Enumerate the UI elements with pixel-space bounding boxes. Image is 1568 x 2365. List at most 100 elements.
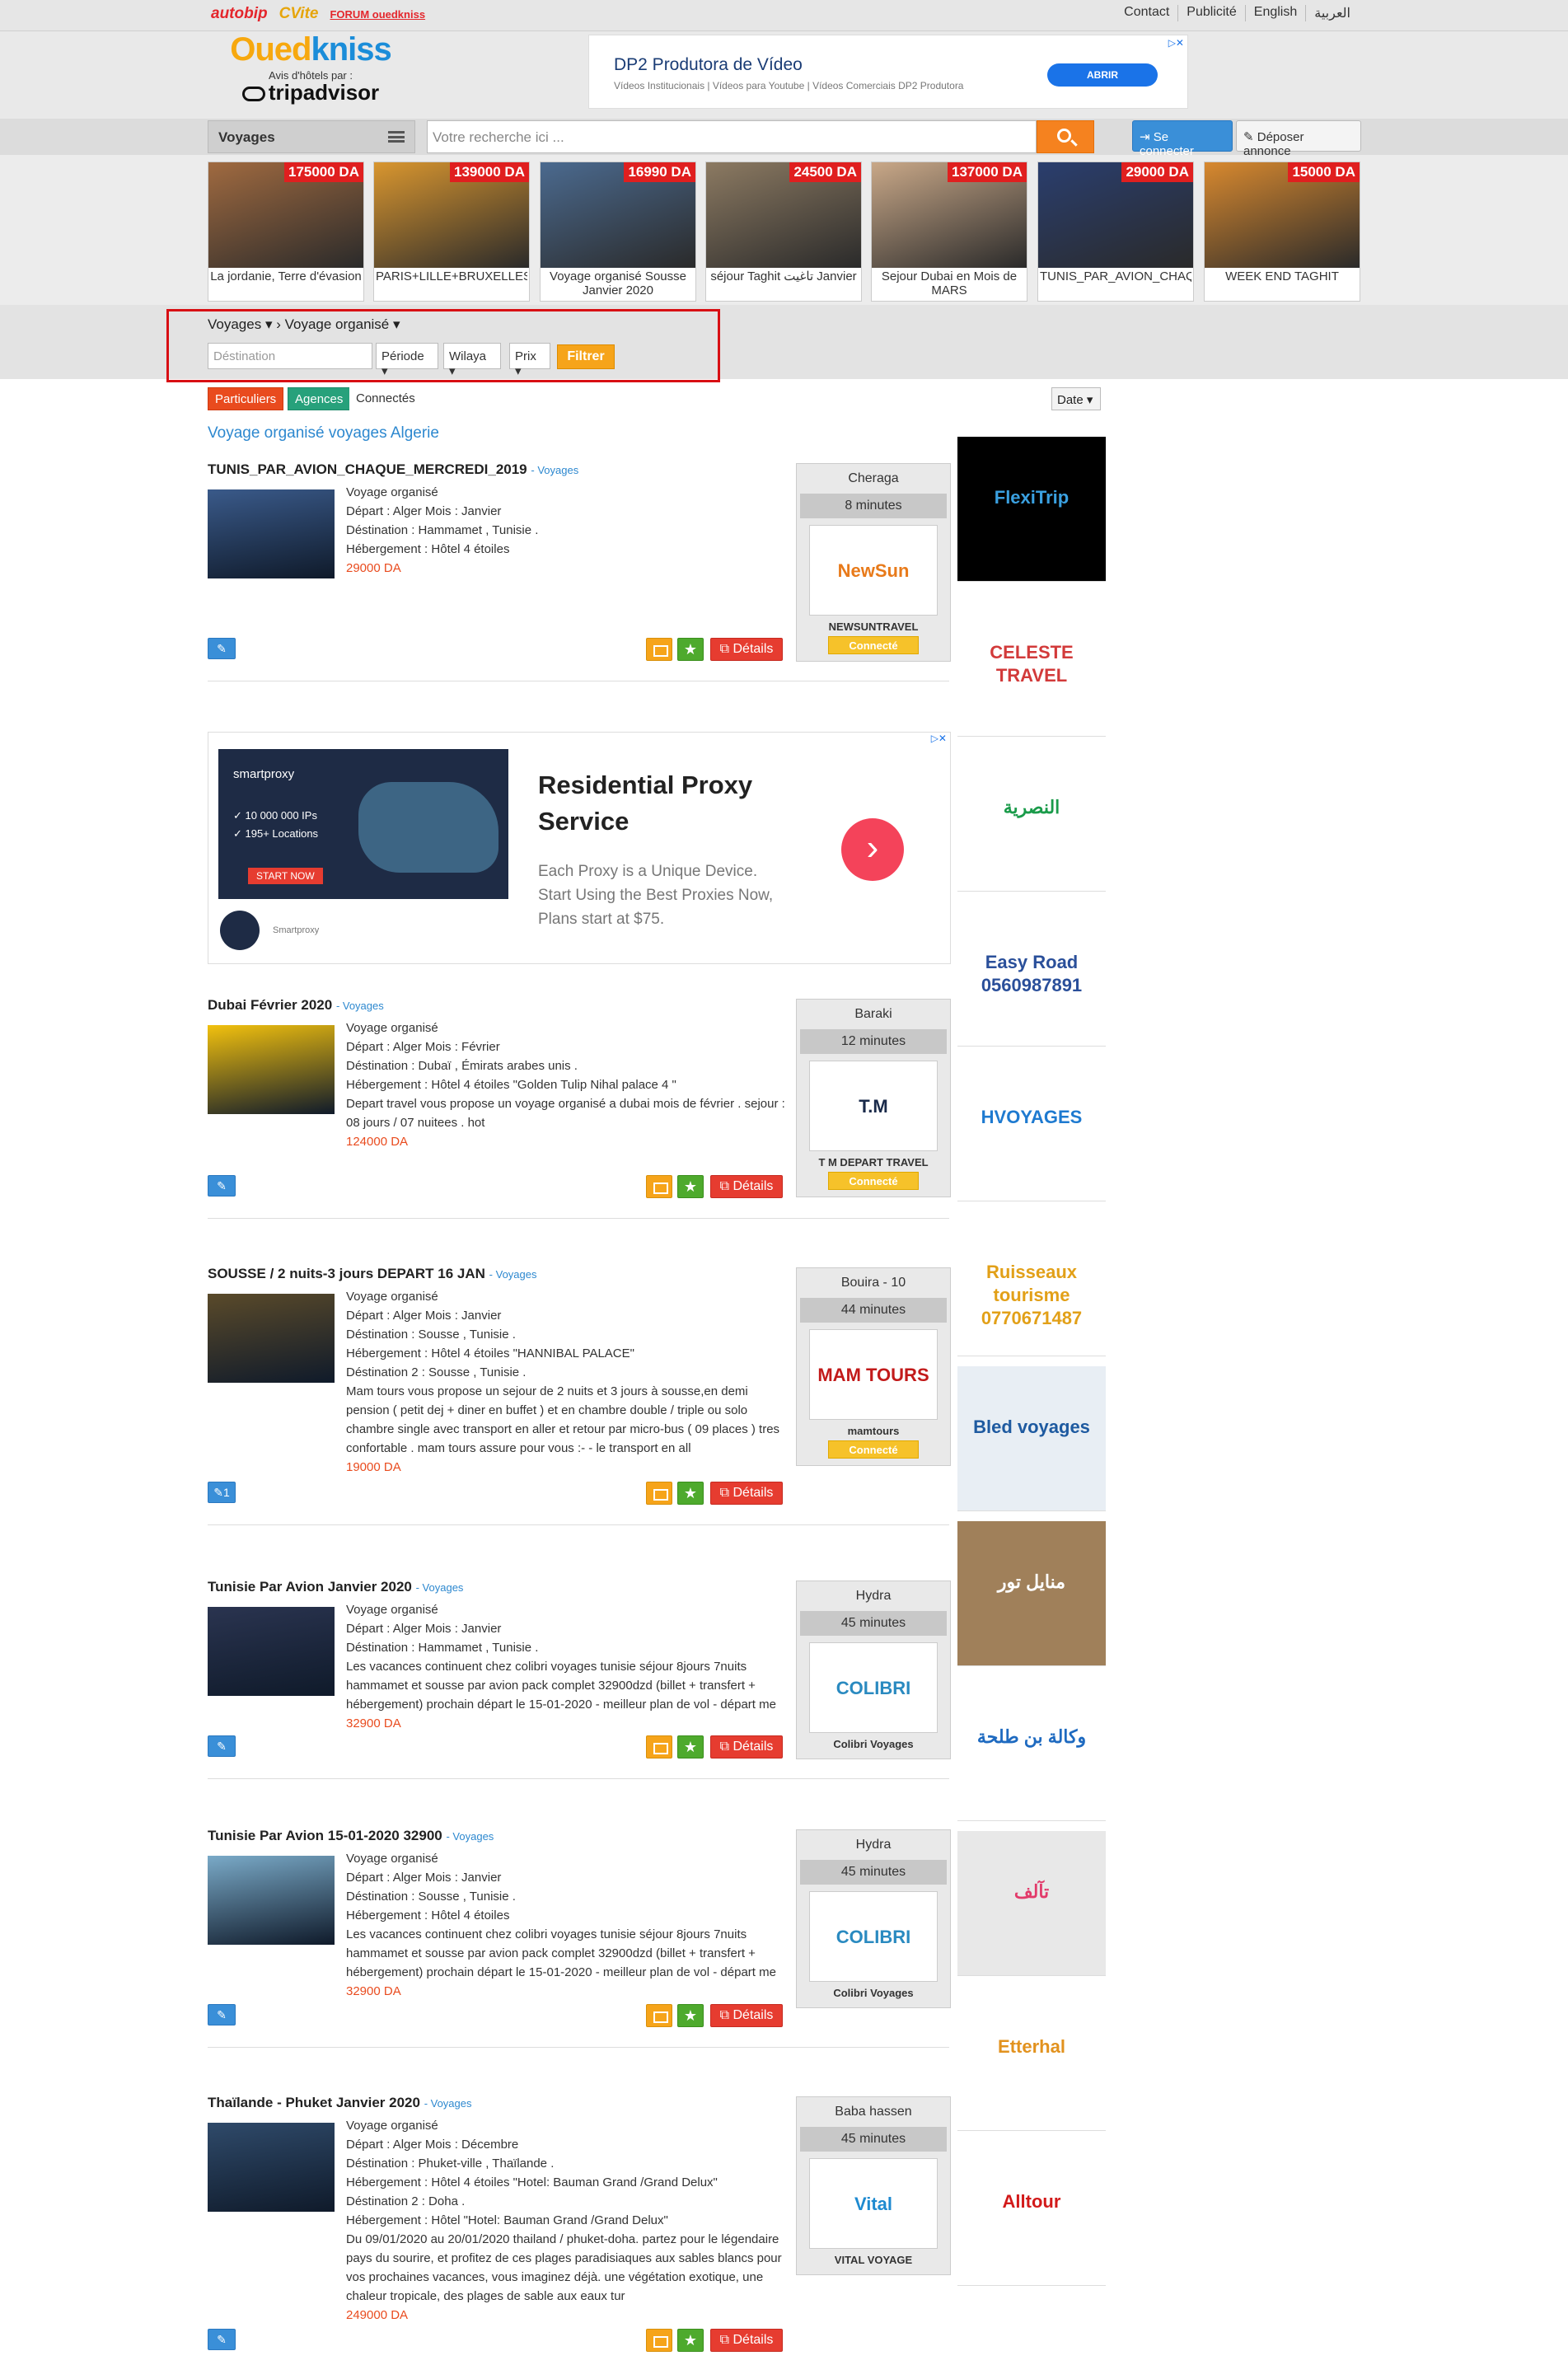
details-button[interactable]: ⧉ Détails [710, 1482, 783, 1505]
listing-title[interactable]: Tunisie Par Avion Janvier 2020 - Voyages [208, 1579, 463, 1595]
favorite-star-icon[interactable]: ★ [677, 2329, 704, 2352]
tab-particuliers[interactable]: Particuliers [208, 387, 284, 410]
destination-input[interactable]: Déstination [208, 343, 372, 369]
wilaya-select[interactable]: Wilaya ▾ [443, 343, 501, 378]
edit-listing-button[interactable]: ✎ [208, 2329, 236, 2350]
favorite-star-icon[interactable]: ★ [677, 1482, 704, 1505]
listing-title[interactable]: TUNIS_PAR_AVION_CHAQUE_MERCREDI_2019 - V… [208, 461, 578, 478]
agency-card[interactable]: Hydra 45 minutes COLIBRI Colibri Voyages [796, 1581, 951, 1759]
ad-start-button[interactable]: START NOW [248, 868, 323, 884]
listing-thumbnail[interactable] [208, 1025, 335, 1114]
details-button[interactable]: ⧉ Détails [710, 2329, 783, 2352]
details-button[interactable]: ⧉ Détails [710, 2004, 783, 2027]
listing-title[interactable]: Tunisie Par Avion 15-01-2020 32900 - Voy… [208, 1828, 494, 1844]
offer-card[interactable]: 29000 DA TUNIS_PAR_AVION_CHAQ [1037, 162, 1194, 302]
ad-open-button[interactable]: ABRIR [1047, 63, 1158, 87]
listing-category[interactable]: - Voyages [424, 2097, 472, 2110]
sidebar-agency-logo[interactable]: CELESTE TRAVEL [957, 592, 1106, 737]
listing-thumbnail[interactable] [208, 1607, 335, 1696]
offer-card[interactable]: 24500 DA séjour Taghit تاغيت Janvier [705, 162, 862, 302]
tab-connectes[interactable]: Connectés [349, 387, 422, 410]
listing-thumbnail[interactable] [208, 1856, 335, 1945]
edit-listing-button[interactable]: ✎ [208, 2004, 236, 2025]
agency-logo[interactable]: MAM TOURS [809, 1329, 938, 1420]
chevron-right-icon[interactable]: › [841, 818, 904, 881]
offer-card[interactable]: 16990 DA Voyage organisé Sousse Janvier 2… [540, 162, 696, 302]
edit-listing-button[interactable]: ✎ [208, 1735, 236, 1757]
edit-listing-button[interactable]: ✎ [208, 1175, 236, 1197]
category-menu-button[interactable]: Voyages [208, 120, 415, 153]
agency-name[interactable]: mamtours [797, 1425, 950, 1437]
agency-name[interactable]: Colibri Voyages [797, 1987, 950, 1999]
listing-title[interactable]: Thaïlande - Phuket Janvier 2020 - Voyage… [208, 2095, 472, 2111]
listing-category[interactable]: - Voyages [416, 1581, 464, 1594]
sidebar-agency-logo[interactable]: تآلف [957, 1831, 1106, 1976]
details-button[interactable]: ⧉ Détails [710, 1735, 783, 1759]
breadcrumb-voyage-organise[interactable]: Voyage organisé [285, 316, 390, 332]
agency-card[interactable]: Baraki 12 minutes T.M T M DEPART TRAVEL Conn… [796, 999, 951, 1197]
listing-category[interactable]: - Voyages [531, 464, 578, 476]
autobip-link[interactable]: autobip [211, 5, 268, 23]
publicite-link[interactable]: Publicité [1177, 5, 1244, 21]
agency-card[interactable]: Hydra 45 minutes COLIBRI Colibri Voyages [796, 1829, 951, 2008]
sidebar-agency-logo[interactable]: Alltour [957, 2141, 1106, 2286]
filter-button[interactable]: Filtrer [557, 344, 615, 369]
agency-name[interactable]: VITAL VOYAGE [797, 2254, 950, 2266]
details-button[interactable]: ⧉ Détails [710, 1175, 783, 1198]
arabic-link[interactable]: العربية [1305, 5, 1359, 21]
agency-logo[interactable]: NewSun [809, 525, 938, 616]
agency-name[interactable]: T M DEPART TRAVEL [797, 1156, 950, 1168]
ad-close-icon[interactable]: ▷✕ [1168, 37, 1184, 49]
post-ad-button[interactable]: ✎ Déposer annonce [1236, 120, 1361, 158]
sponsored-ad[interactable]: ▷✕ smartproxy ✓ 10 000 000 IPs ✓ 195+ Loc… [208, 732, 951, 964]
agency-logo[interactable]: T.M [809, 1061, 938, 1151]
favorite-star-icon[interactable]: ★ [677, 1735, 704, 1759]
listing-category[interactable]: - Voyages [446, 1830, 494, 1843]
agency-name[interactable]: Colibri Voyages [797, 1738, 950, 1750]
message-button[interactable] [646, 1175, 672, 1198]
search-input[interactable]: Votre recherche ici ... [427, 120, 1037, 153]
sidebar-agency-logo[interactable]: Easy Road 0560987891 [957, 902, 1106, 1047]
sidebar-agency-logo[interactable]: Bled voyages [957, 1366, 1106, 1511]
favorite-star-icon[interactable]: ★ [677, 638, 704, 661]
message-button[interactable] [646, 2329, 672, 2352]
offer-card[interactable]: 15000 DA WEEK END TAGHIT [1204, 162, 1360, 302]
message-button[interactable] [646, 1735, 672, 1759]
agency-card[interactable]: Bouira - 10 44 minutes MAM TOURS mamtours Co… [796, 1267, 951, 1466]
details-button[interactable]: ⧉ Détails [710, 638, 783, 661]
listing-thumbnail[interactable] [208, 2123, 335, 2212]
listing-title[interactable]: Dubai Février 2020 - Voyages [208, 997, 384, 1014]
offer-card[interactable]: 137000 DA Sejour Dubai en Mois de MARS [871, 162, 1027, 302]
sidebar-agency-logo[interactable]: HVOYAGES [957, 1056, 1106, 1201]
edit-listing-button[interactable]: ✎ [208, 638, 236, 659]
forum-link[interactable]: FORUM ouedkniss [330, 8, 425, 21]
sidebar-agency-logo[interactable]: FlexiTrip [957, 437, 1106, 582]
favorite-star-icon[interactable]: ★ [677, 2004, 704, 2027]
prix-select[interactable]: Prix ▾ [509, 343, 550, 378]
agency-card[interactable]: Baba hassen 45 minutes Vital VITAL VOYAGE [796, 2096, 951, 2275]
message-button[interactable] [646, 638, 672, 661]
edit-listing-button[interactable]: ✎1 [208, 1482, 236, 1503]
agency-logo[interactable]: COLIBRI [809, 1891, 938, 1982]
listing-category[interactable]: - Voyages [489, 1268, 537, 1281]
login-button[interactable]: ⇥ Se connecter [1132, 120, 1233, 158]
sidebar-agency-logo[interactable]: Etterhal [957, 1986, 1106, 2131]
sidebar-agency-logo[interactable]: منايل تور [957, 1521, 1106, 1666]
offer-card[interactable]: 139000 DA PARIS+LILLE+BRUXELLES+ [373, 162, 530, 302]
english-link[interactable]: English [1244, 5, 1305, 21]
favorite-star-icon[interactable]: ★ [677, 1175, 704, 1198]
agency-logo[interactable]: Vital [809, 2158, 938, 2249]
sidebar-agency-logo[interactable]: وكالة بن طلحة [957, 1676, 1106, 1821]
search-button[interactable] [1037, 120, 1094, 153]
top-banner-ad[interactable]: DP2 Produtora de Vídeo Vídeos Institucio… [588, 35, 1188, 109]
listing-category[interactable]: - Voyages [336, 1000, 384, 1012]
agency-name[interactable]: NEWSUNTRAVEL [797, 621, 950, 633]
message-button[interactable] [646, 1482, 672, 1505]
sort-date-select[interactable]: Date ▾ [1051, 387, 1101, 410]
listing-thumbnail[interactable] [208, 1294, 335, 1383]
agency-logo[interactable]: COLIBRI [809, 1642, 938, 1733]
site-logo[interactable]: Ouedkniss Avis d'hôtels par : tripadviso… [226, 33, 396, 103]
offer-card[interactable]: 175000 DA La jordanie, Terre d'évasion [208, 162, 364, 302]
message-button[interactable] [646, 2004, 672, 2027]
breadcrumb-voyages[interactable]: Voyages [208, 316, 261, 332]
